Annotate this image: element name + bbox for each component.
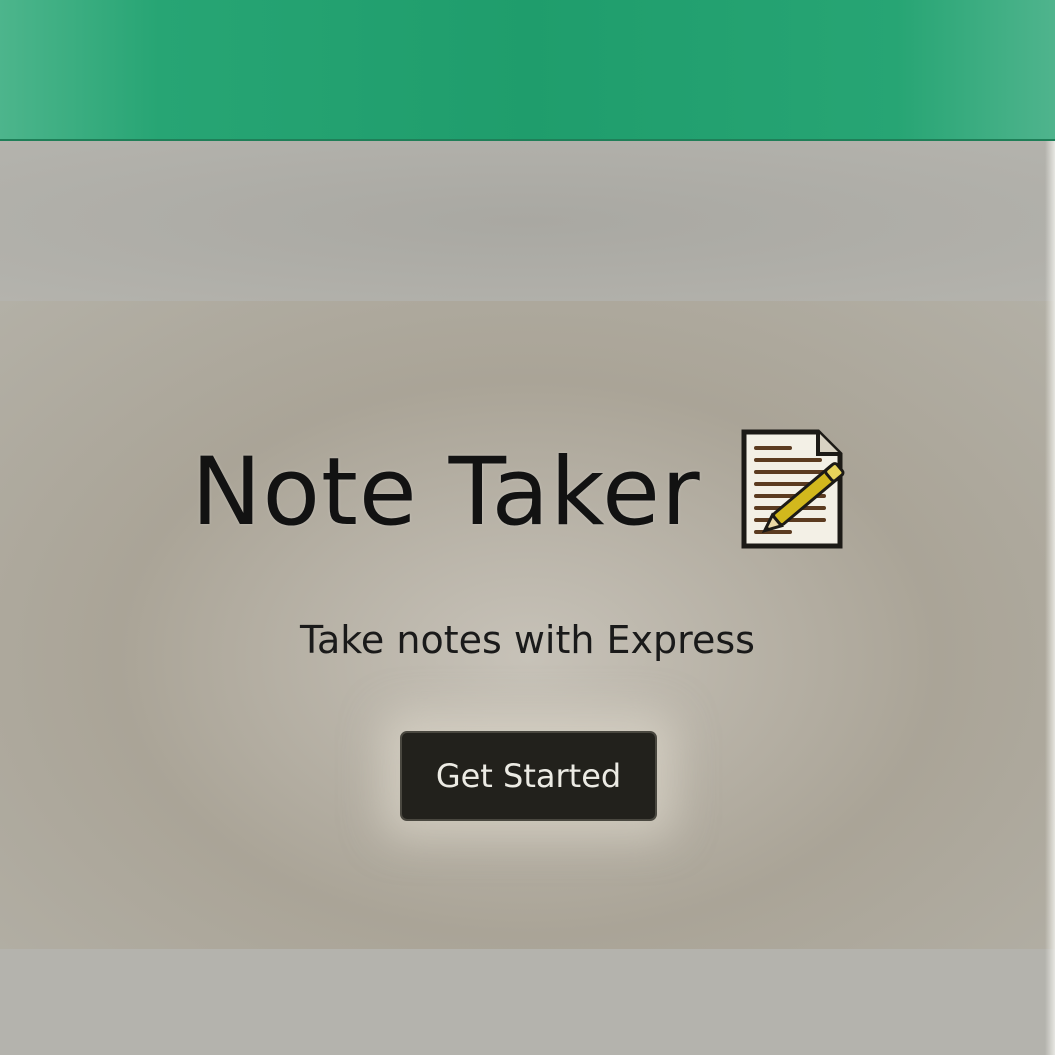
- get-started-button[interactable]: Get Started: [400, 731, 657, 821]
- top-navbar: [0, 0, 1055, 141]
- page-band-bottom: [0, 949, 1055, 1055]
- page-band-top: [0, 141, 1055, 301]
- memo-icon: [738, 426, 864, 552]
- page-title: Note Taker: [191, 438, 701, 547]
- hero-subtitle: Take notes with Express: [300, 618, 755, 662]
- page-edge: [1045, 141, 1055, 1055]
- hero-heading: Note Taker: [0, 429, 1055, 556]
